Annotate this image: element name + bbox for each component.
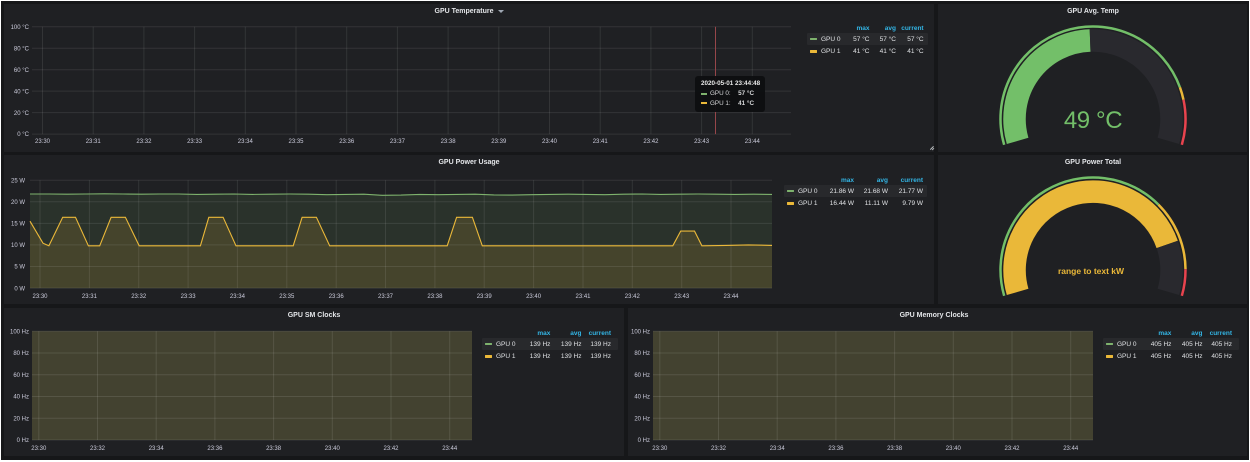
svg-text:0 Hz: 0 Hz <box>17 438 29 444</box>
svg-text:23:42: 23:42 <box>625 294 641 300</box>
svg-text:100 Hz: 100 Hz <box>10 329 29 335</box>
svg-text:23:40: 23:40 <box>526 294 542 300</box>
svg-text:23:36: 23:36 <box>329 294 345 300</box>
svg-text:80 °C: 80 °C <box>14 47 30 53</box>
svg-text:100 Hz: 100 Hz <box>631 329 650 335</box>
svg-text:40 °C: 40 °C <box>14 89 30 95</box>
svg-text:23:39: 23:39 <box>491 139 507 145</box>
svg-text:23:42: 23:42 <box>643 139 659 145</box>
svg-text:23:42: 23:42 <box>383 446 399 452</box>
svg-text:40 Hz: 40 Hz <box>634 395 650 401</box>
svg-text:23:34: 23:34 <box>149 446 165 452</box>
svg-text:23:32: 23:32 <box>131 294 147 300</box>
svg-text:20 W: 20 W <box>11 200 25 206</box>
svg-text:23:38: 23:38 <box>887 446 903 452</box>
svg-text:80 Hz: 80 Hz <box>634 351 650 357</box>
svg-text:23:31: 23:31 <box>86 139 102 145</box>
svg-text:23:44: 23:44 <box>723 294 739 300</box>
svg-text:23:44: 23:44 <box>442 446 458 452</box>
svg-text:23:37: 23:37 <box>390 139 406 145</box>
svg-text:60 Hz: 60 Hz <box>13 373 29 379</box>
svg-text:23:35: 23:35 <box>288 139 304 145</box>
svg-text:25 W: 25 W <box>11 178 25 184</box>
svg-text:23:41: 23:41 <box>575 294 591 300</box>
svg-text:23:40: 23:40 <box>325 446 341 452</box>
svg-text:23:30: 23:30 <box>32 294 48 300</box>
svg-text:23:30: 23:30 <box>652 446 668 452</box>
svg-text:23:40: 23:40 <box>946 446 962 452</box>
svg-text:10 W: 10 W <box>11 243 25 249</box>
svg-text:23:38: 23:38 <box>441 139 457 145</box>
svg-text:60 °C: 60 °C <box>14 68 30 74</box>
svg-text:23:33: 23:33 <box>181 294 197 300</box>
svg-text:23:34: 23:34 <box>230 294 246 300</box>
svg-text:23:33: 23:33 <box>187 139 203 145</box>
svg-text:100 °C: 100 °C <box>11 25 30 31</box>
svg-text:23:43: 23:43 <box>674 294 690 300</box>
svg-text:23:36: 23:36 <box>207 446 223 452</box>
svg-text:40 Hz: 40 Hz <box>13 395 29 401</box>
svg-text:23:41: 23:41 <box>593 139 609 145</box>
svg-text:20 °C: 20 °C <box>14 111 30 117</box>
svg-text:23:32: 23:32 <box>90 446 106 452</box>
svg-text:23:44: 23:44 <box>745 139 761 145</box>
svg-text:80 Hz: 80 Hz <box>13 351 29 357</box>
svg-text:23:35: 23:35 <box>279 294 295 300</box>
svg-text:23:42: 23:42 <box>1004 446 1020 452</box>
svg-text:23:30: 23:30 <box>31 446 47 452</box>
svg-text:20 Hz: 20 Hz <box>13 416 29 422</box>
svg-text:15 W: 15 W <box>11 222 25 228</box>
svg-text:23:34: 23:34 <box>238 139 254 145</box>
svg-text:23:44: 23:44 <box>1063 446 1079 452</box>
svg-text:23:32: 23:32 <box>711 446 727 452</box>
svg-text:23:32: 23:32 <box>136 139 152 145</box>
svg-text:60 Hz: 60 Hz <box>634 373 650 379</box>
svg-text:0 W: 0 W <box>14 286 25 292</box>
svg-text:23:40: 23:40 <box>542 139 558 145</box>
svg-text:23:43: 23:43 <box>694 139 710 145</box>
svg-text:0 Hz: 0 Hz <box>638 438 650 444</box>
svg-text:0 °C: 0 °C <box>17 132 29 138</box>
svg-text:23:34: 23:34 <box>770 446 786 452</box>
svg-text:5 W: 5 W <box>14 265 25 271</box>
svg-text:23:36: 23:36 <box>339 139 355 145</box>
svg-text:23:39: 23:39 <box>477 294 493 300</box>
svg-text:23:37: 23:37 <box>378 294 394 300</box>
svg-text:23:38: 23:38 <box>427 294 443 300</box>
svg-text:23:36: 23:36 <box>828 446 844 452</box>
svg-text:20 Hz: 20 Hz <box>634 416 650 422</box>
svg-text:23:38: 23:38 <box>266 446 282 452</box>
svg-text:23:31: 23:31 <box>82 294 98 300</box>
svg-text:23:30: 23:30 <box>35 139 51 145</box>
